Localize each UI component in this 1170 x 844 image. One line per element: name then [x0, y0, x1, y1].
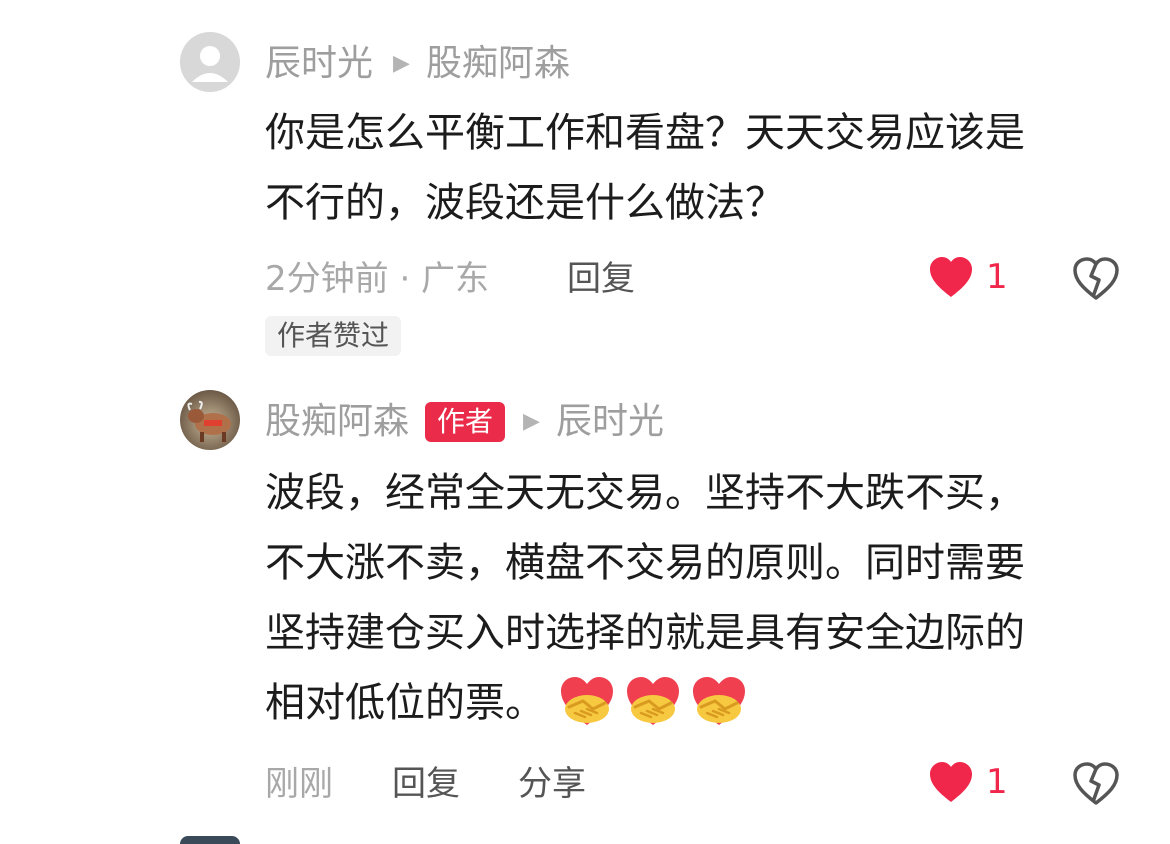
- heart-filled-icon: [930, 762, 972, 802]
- comment2-like-count: 1: [986, 762, 1008, 802]
- comment2-share-button[interactable]: 分享: [518, 762, 586, 806]
- comment1-dislike-button[interactable]: [1072, 256, 1120, 306]
- comment1-like-count: 1: [986, 257, 1008, 297]
- author-liked-badge: 作者赞过: [265, 316, 402, 356]
- comment2-text-line2: 不大涨不卖，横盘不交易的原则。同时需要: [265, 540, 1025, 586]
- broken-heart-icon: [1073, 257, 1119, 300]
- reply-arrow-icon: ▶: [393, 51, 410, 76]
- comment2-text: 波段，经常全天无交易。坚持不大跌不买， 不大涨不卖，横盘不交易的原则。同时需要 …: [265, 458, 1135, 738]
- user-silhouette-icon: [180, 32, 240, 92]
- comment2-username[interactable]: 股痴阿森: [265, 400, 409, 444]
- comment2-reply-to[interactable]: 辰时光: [556, 400, 664, 444]
- comment1-reply-button[interactable]: 回复: [567, 257, 635, 301]
- comment2-header: 股痴阿森 作者 ▶ 辰时光: [265, 400, 664, 444]
- comment2-time: 刚刚: [265, 764, 333, 804]
- comment1-text-line2: 不行的，波段还是什么做法？: [265, 180, 785, 226]
- comment1-like-button[interactable]: 1: [928, 255, 1008, 299]
- comment1-time-location: 2分钟前 · 广东: [265, 259, 490, 299]
- comment2-text-line4: 相对低位的票。: [265, 680, 545, 726]
- default-avatar[interactable]: [180, 32, 240, 92]
- heart-filled-icon: [930, 257, 972, 297]
- comment2-text-line4-row: 相对低位的票。: [265, 668, 1135, 738]
- emoji-row: [551, 673, 749, 733]
- comment1-reply-to[interactable]: 股痴阿森: [426, 42, 570, 86]
- handshake-heart-emoji: [561, 677, 613, 725]
- next-comment-avatar-partial[interactable]: [180, 836, 240, 844]
- author-badge: 作者: [425, 402, 506, 442]
- comment2-dislike-button[interactable]: [1072, 761, 1120, 811]
- reply-arrow-icon: ▶: [523, 409, 540, 434]
- handshake-heart-emoji: [693, 677, 745, 725]
- handshake-heart-emoji: [627, 677, 679, 725]
- comment2-text-line3: 坚持建仓买入时选择的就是具有安全边际的: [265, 610, 1025, 656]
- comment1-text: 你是怎么平衡工作和看盘？天天交易应该是 不行的，波段还是什么做法？: [265, 98, 1125, 238]
- comment2-text-line1: 波段，经常全天无交易。坚持不大跌不买，: [265, 470, 1025, 516]
- comment2-like-button[interactable]: 1: [928, 760, 1008, 804]
- comment1-username[interactable]: 辰时光: [265, 42, 373, 86]
- author-avatar[interactable]: [180, 390, 240, 450]
- comment1-header: 辰时光 ▶ 股痴阿森: [265, 42, 570, 86]
- comment1-text-line1: 你是怎么平衡工作和看盘？天天交易应该是: [265, 110, 1025, 156]
- comment2-reply-button[interactable]: 回复: [392, 762, 460, 806]
- bull-avatar-image: [187, 400, 231, 442]
- broken-heart-icon: [1073, 762, 1119, 805]
